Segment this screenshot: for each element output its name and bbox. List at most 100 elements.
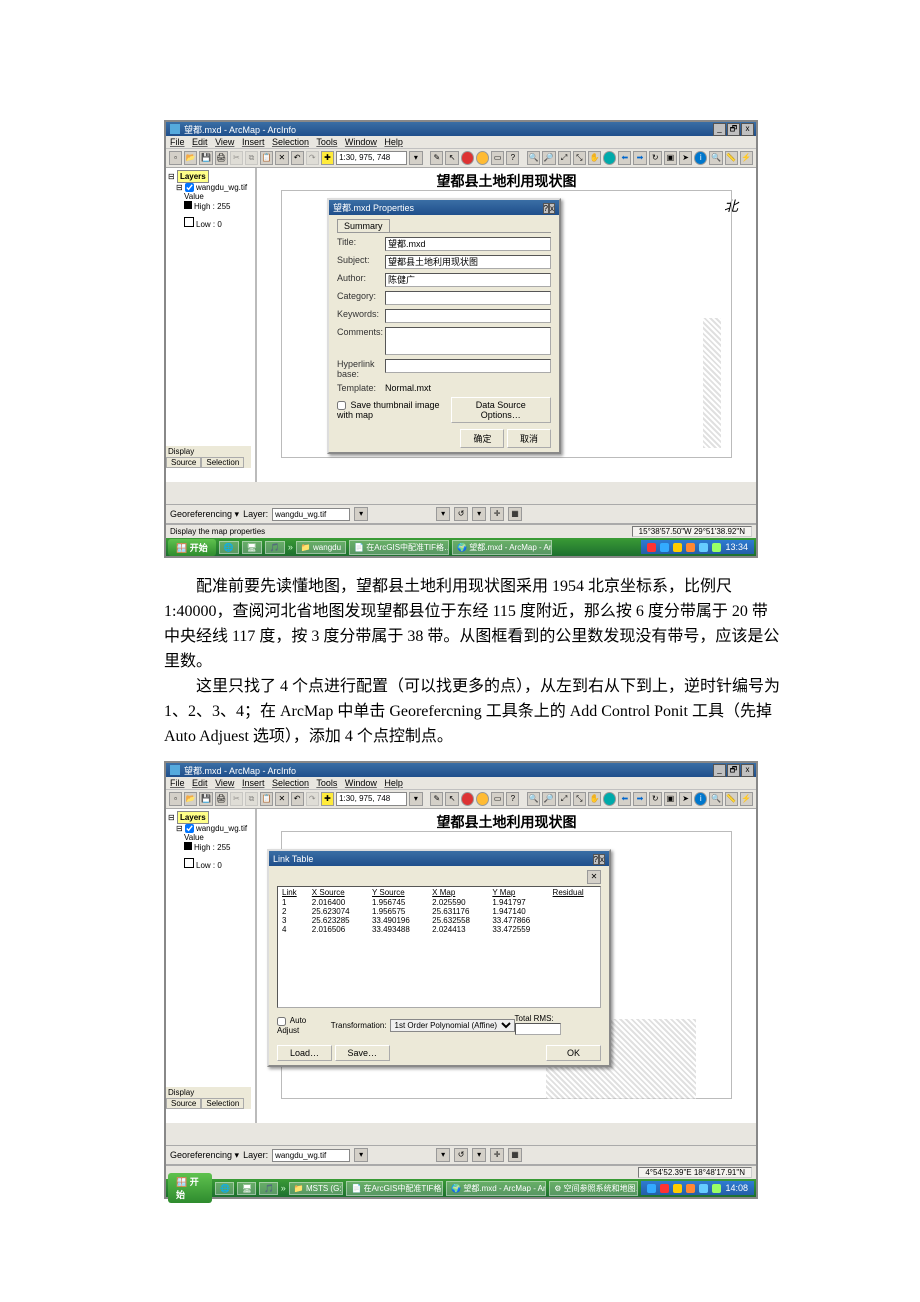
zoomin-icon[interactable]: 🔍 [527,151,540,165]
quick-desktop-icon-2[interactable]: 🖥 [237,1182,256,1195]
map-canvas[interactable]: 望都县土地利用现状图 北 望都.mxd Properties ?x Summar… [257,168,756,482]
add-control-point-icon-2[interactable]: ✛ [490,1148,504,1162]
data-source-options-button[interactable]: Data Source Options… [451,397,551,423]
delete-icon[interactable]: ✕ [275,151,288,165]
menu-file[interactable]: File [170,137,185,147]
select-icon[interactable]: ▣ [664,151,677,165]
help-icon[interactable]: ? [506,151,519,165]
georef-dropdown-icon-2[interactable]: ▾ [354,1148,368,1162]
delete-link-icon[interactable]: ✕ [587,870,601,884]
close-icon[interactable]: x [741,123,754,136]
tab-summary[interactable]: Summary [337,219,390,232]
tray-sec-icon[interactable] [647,543,656,552]
paste-icon-2[interactable]: 📋 [260,792,273,806]
print-icon[interactable]: 🖨 [215,151,228,165]
tray-av-icon[interactable] [686,543,695,552]
identify-icon-2[interactable]: i [694,792,707,806]
table-row[interactable]: 42.01650633.4934882.02441333.472559 [278,925,600,934]
comments-input[interactable] [385,327,551,355]
open-icon-2[interactable]: 📂 [184,792,197,806]
georeferencing-toolbar[interactable]: Georeferencing ▾ Layer: wangdu_wg.tif ▾ … [166,504,756,524]
quick-ie-icon-2[interactable]: 🌐 [215,1182,234,1195]
paste-icon[interactable]: 📋 [260,151,273,165]
hdr-ymap[interactable]: Y Map [488,887,548,898]
scale-input-2[interactable]: 1:30, 975, 748 [336,792,407,806]
fullextent-icon[interactable] [603,151,616,165]
pan-icon-2[interactable]: ✋ [588,792,601,806]
rect-icon[interactable]: ▭ [491,151,504,165]
redo-icon[interactable]: ↷ [306,151,319,165]
link-list[interactable]: Link X Source Y Source X Map Y Map Resid… [277,886,601,1008]
save-thumbnail-checkbox[interactable]: Save thumbnail image with map [337,400,451,420]
minimize-icon[interactable]: _ [713,123,726,136]
add-control-point-icon[interactable]: ✛ [490,507,504,521]
hyperlink-icon[interactable]: ⚡ [740,151,753,165]
keywords-input[interactable] [385,309,551,323]
georef-menu-2[interactable]: Georeferencing ▾ [170,1150,239,1161]
undo-icon[interactable]: ↶ [291,151,304,165]
menu-tools-2[interactable]: Tools [316,778,337,788]
menu-insert[interactable]: Insert [242,137,265,147]
toc-panel[interactable]: ⊟ Layers ⊟ wangdu_wg.tif Value High : 25… [166,168,257,482]
toc-panel-2[interactable]: ⊟ Layers ⊟ wangdu_wg.tif Value High : 25… [166,809,257,1123]
windows-taskbar[interactable]: 🪟 开始 🌐 🖥 🎵 » 📁 wangdu 📄 在ArcGIS中配准TIF格… … [166,538,756,556]
new-icon-2[interactable]: ▫ [169,792,182,806]
fixed-zoomout-icon-2[interactable]: ⤡ [573,792,586,806]
system-tray-2[interactable]: 14:08 [641,1181,754,1195]
identify-icon[interactable]: i [694,151,707,165]
tray-msg-icon-2[interactable] [699,1184,708,1193]
close-icon-2[interactable]: x [741,764,754,777]
maximize-icon[interactable]: 🗗 [727,123,740,136]
quick-desktop-icon[interactable]: 🖥 [242,541,262,554]
undo-icon-2[interactable]: ↶ [291,792,304,806]
task-folder-2[interactable]: 📁 MSTS (G:) [289,1182,344,1195]
select-icon-2[interactable]: ▣ [664,792,677,806]
yellow-dot-icon-2[interactable] [476,792,489,806]
ok-button[interactable]: 确定 [460,429,504,448]
scale-dropdown-icon-2[interactable]: ▾ [409,792,422,806]
find-icon-2[interactable]: 🔍 [709,792,722,806]
task-arcmap-2[interactable]: 🌍 望都.mxd - ArcMap - Ar… [446,1181,546,1196]
toc-layer-2[interactable]: wangdu_wg.tif [196,824,247,833]
menu-bar-2[interactable]: File Edit View Insert Selection Tools Wi… [166,777,756,790]
hdr-xmap[interactable]: X Map [428,887,488,898]
standard-toolbar-2[interactable]: ▫ 📂 💾 🖨 ✂ ⧉ 📋 ✕ ↶ ↷ ✚ 1:30, 975, 748 ▾ ✎… [166,790,756,809]
menu-edit-2[interactable]: Edit [192,778,208,788]
menu-view-2[interactable]: View [215,778,234,788]
toc-tab-selection[interactable]: Selection [201,457,244,468]
pointer-icon[interactable]: ➤ [679,151,692,165]
toc-root-2[interactable]: Layers [177,811,209,824]
toc-tab-display[interactable]: Display [166,446,251,457]
back-icon[interactable]: ⬅ [618,151,631,165]
arrow-icon-2[interactable]: ↖ [445,792,458,806]
menu-window[interactable]: Window [345,137,377,147]
delete-icon-2[interactable]: ✕ [275,792,288,806]
add-data-icon-2[interactable]: ✚ [321,792,334,806]
back-icon-2[interactable]: ⬅ [618,792,631,806]
zoomout-icon-2[interactable]: 🔎 [542,792,555,806]
tray-ime-icon[interactable] [712,543,721,552]
editor-icon-2[interactable]: ✎ [430,792,443,806]
tray-sec-icon-2[interactable] [660,1184,669,1193]
table-row[interactable]: 225.6230741.95657525.6311761.947140 [278,907,600,916]
georef-layer-select[interactable]: wangdu_wg.tif [272,508,350,521]
menu-selection-2[interactable]: Selection [272,778,309,788]
toc-tab-source[interactable]: Source [166,457,201,468]
georef-menu[interactable]: Georeferencing ▾ [170,509,239,520]
refresh-icon-2[interactable]: ↻ [649,792,662,806]
redo-icon-2[interactable]: ↷ [306,792,319,806]
print-icon-2[interactable]: 🖨 [215,792,228,806]
measure-icon-2[interactable]: 📏 [725,792,738,806]
open-icon[interactable]: 📂 [184,151,197,165]
tray-net-icon[interactable] [660,543,669,552]
toc-tabs[interactable]: Display SourceSelection [166,446,251,468]
rect-icon-2[interactable]: ▭ [491,792,504,806]
red-dot-icon[interactable] [461,151,474,165]
red-dot-icon-2[interactable] [461,792,474,806]
link-table-icon-2[interactable]: ▦ [508,1148,522,1162]
rotate-menu-icon-2[interactable]: ▾ [472,1148,486,1162]
copy-icon-2[interactable]: ⧉ [245,792,258,806]
lt-close-icon[interactable]: x [599,854,605,865]
save-icon[interactable]: 💾 [199,151,212,165]
fwd-icon-2[interactable]: ➡ [633,792,646,806]
